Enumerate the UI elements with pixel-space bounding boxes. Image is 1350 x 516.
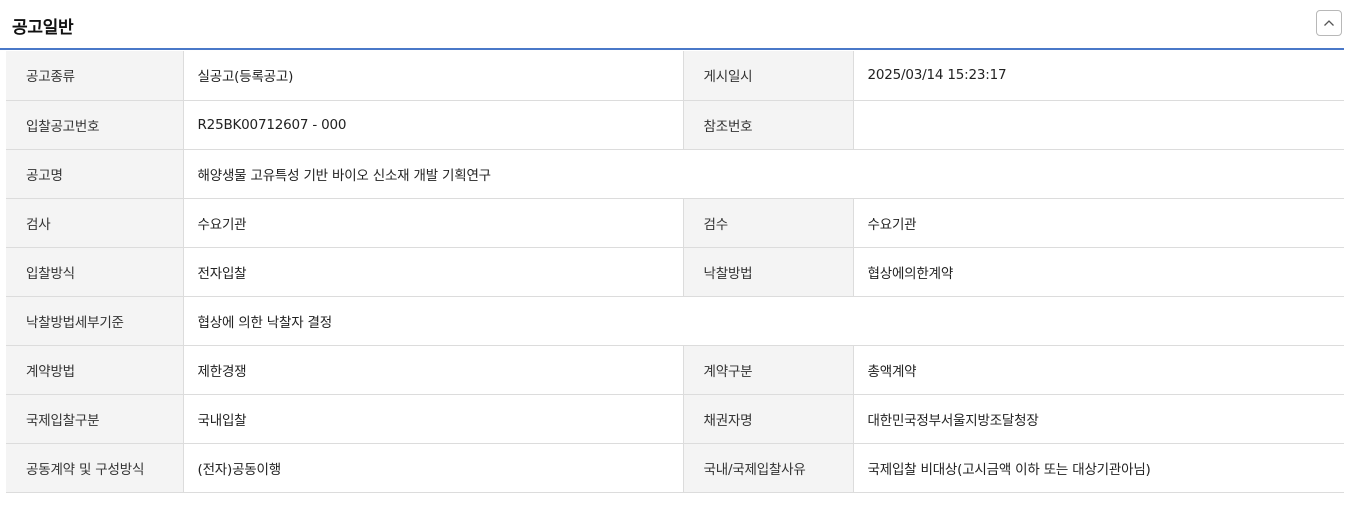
field-label: 낙찰방법 <box>683 247 854 297</box>
chevron-up-icon <box>1323 19 1335 27</box>
field-value: R25BK00712607 - 000 <box>183 100 684 150</box>
field-value: 전자입찰 <box>183 247 684 297</box>
table-row: 낙찰방법세부기준 협상에 의한 낙찰자 결정 <box>6 296 1344 346</box>
field-label: 참조번호 <box>683 100 854 150</box>
table-row: 공고명 해양생물 고유특성 기반 바이오 신소재 개발 기획연구 <box>6 149 1344 199</box>
field-value: (전자)공동이행 <box>183 443 684 493</box>
field-value: 해양생물 고유특성 기반 바이오 신소재 개발 기획연구 <box>183 149 1344 199</box>
field-value: 제한경쟁 <box>183 345 684 395</box>
field-label: 공고종류 <box>6 51 184 101</box>
notice-general-panel: 공고일반 공고종류 실공고(등록공고) 게시일시 2025/03/14 15:2… <box>0 0 1350 516</box>
table-row: 검사 수요기관 검수 수요기관 <box>6 198 1344 248</box>
field-value: 협상에의한계약 <box>853 247 1344 297</box>
panel-title: 공고일반 <box>12 18 74 38</box>
field-value <box>853 100 1344 150</box>
field-value: 국내입찰 <box>183 394 684 444</box>
table-row: 입찰방식 전자입찰 낙찰방법 협상에의한계약 <box>6 247 1344 297</box>
field-label: 게시일시 <box>683 51 854 101</box>
field-value: 대한민국정부서울지방조달청장 <box>853 394 1344 444</box>
field-label: 채권자명 <box>683 394 854 444</box>
collapse-button[interactable] <box>1316 10 1342 36</box>
field-label: 입찰방식 <box>6 247 184 297</box>
field-label: 공동계약 및 구성방식 <box>6 443 184 493</box>
table-row: 공동계약 및 구성방식 (전자)공동이행 국내/국제입찰사유 국제입찰 비대상(… <box>6 443 1344 493</box>
field-value: 협상에 의한 낙찰자 결정 <box>183 296 1344 346</box>
table-row: 계약방법 제한경쟁 계약구분 총액계약 <box>6 345 1344 395</box>
field-value: 총액계약 <box>853 345 1344 395</box>
table-row: 공고종류 실공고(등록공고) 게시일시 2025/03/14 15:23:17 <box>6 51 1344 101</box>
field-label: 낙찰방법세부기준 <box>6 296 184 346</box>
field-label: 입찰공고번호 <box>6 100 184 150</box>
field-label: 계약방법 <box>6 345 184 395</box>
field-value: 국제입찰 비대상(고시금액 이하 또는 대상기관아님) <box>853 443 1344 493</box>
table-row: 입찰공고번호 R25BK00712607 - 000 참조번호 <box>6 100 1344 150</box>
panel-header: 공고일반 <box>0 0 1344 50</box>
field-label: 국내/국제입찰사유 <box>683 443 854 493</box>
field-label: 검사 <box>6 198 184 248</box>
field-label: 공고명 <box>6 149 184 199</box>
field-value: 수요기관 <box>183 198 684 248</box>
field-label: 국제입찰구분 <box>6 394 184 444</box>
field-value: 실공고(등록공고) <box>183 51 684 101</box>
table-row: 국제입찰구분 국내입찰 채권자명 대한민국정부서울지방조달청장 <box>6 394 1344 444</box>
field-label: 계약구분 <box>683 345 854 395</box>
field-value: 2025/03/14 15:23:17 <box>853 51 1344 101</box>
field-value: 수요기관 <box>853 198 1344 248</box>
notice-info-table: 공고종류 실공고(등록공고) 게시일시 2025/03/14 15:23:17 … <box>6 51 1344 493</box>
field-label: 검수 <box>683 198 854 248</box>
